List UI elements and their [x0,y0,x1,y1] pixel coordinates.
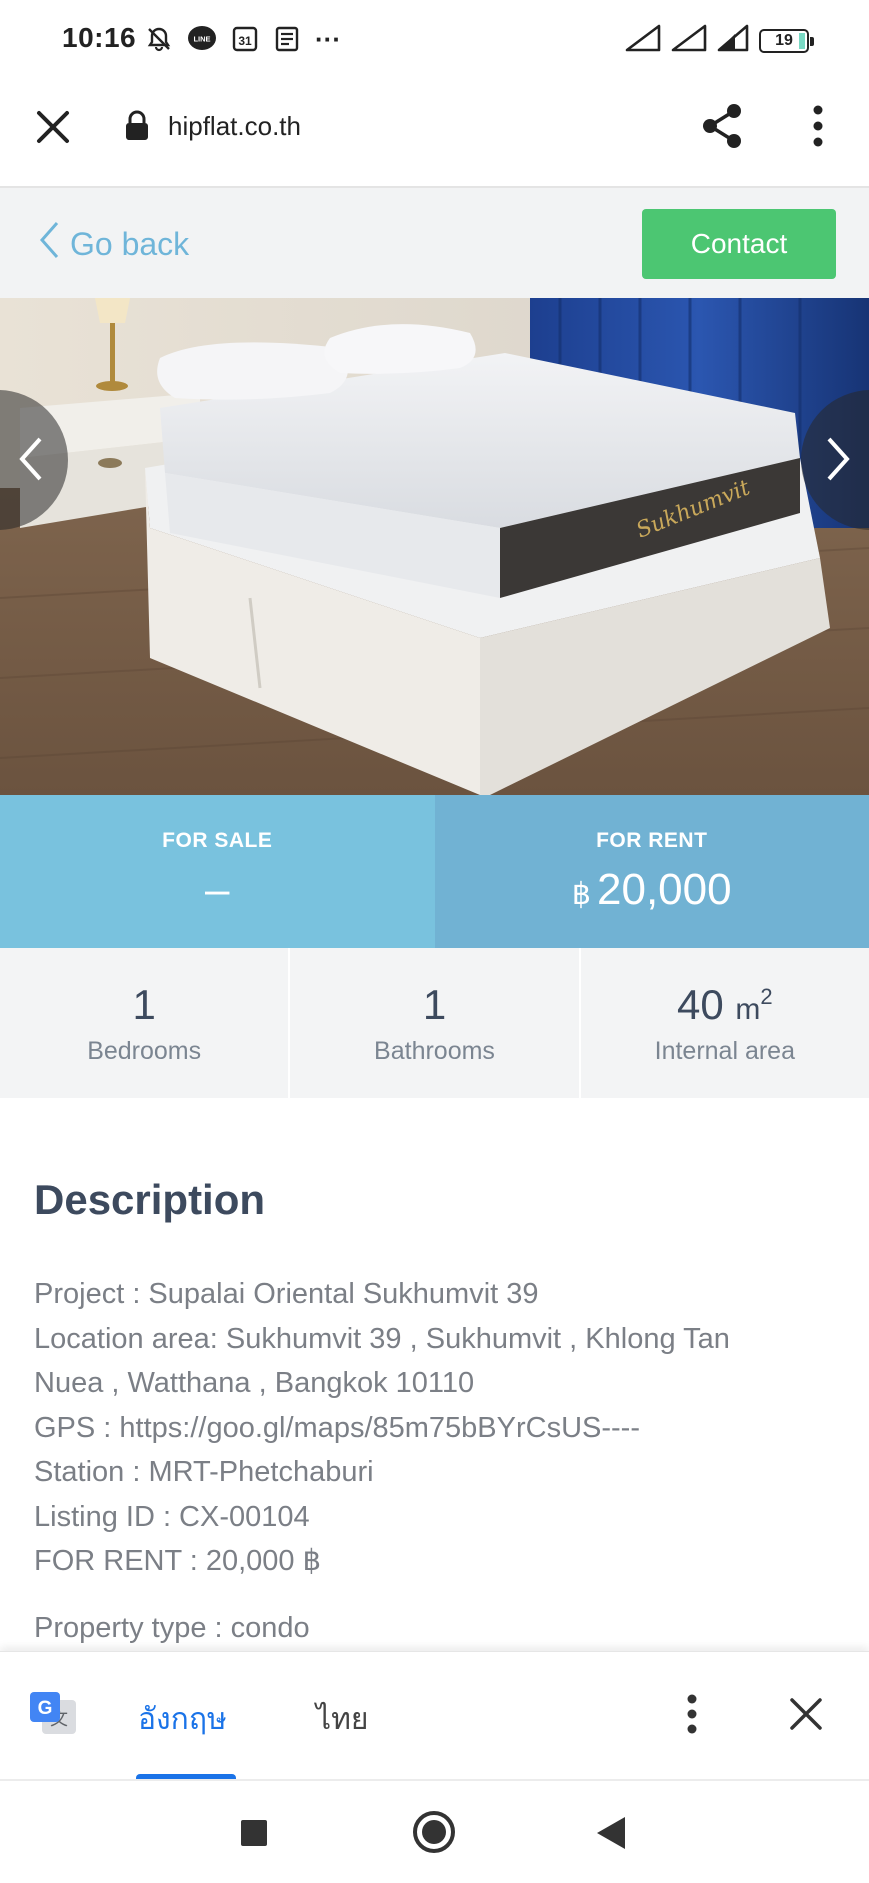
lock-icon [124,110,150,147]
notification-icons: LINE 31 ··· [145,22,341,56]
description-line: GPS : https://goo.gl/maps/85m75bBYrCsUS-… [34,1411,640,1444]
description-line: Nuea , Watthana , Bangkok 10110 [34,1367,475,1399]
description-title: Description [34,1176,266,1223]
price-panel: FOR SALE – FOR RENT ฿ 20,000 [0,795,869,948]
description-body: Project : Supalai Oriental Sukhumvit 39 … [34,1272,844,1650]
area-value-wrap: 40 m2 [677,981,773,1029]
sale-price: FOR SALE – [0,795,435,948]
browser-toolbar: hipflat.co.th [0,78,869,188]
currency-symbol: ฿ [571,877,591,911]
translate-bar: 文 G อังกฤษ ไทย [0,1651,869,1781]
bathrooms-value: 1 [422,980,447,1028]
system-status-icons: 19 [625,24,814,57]
line-app-icon: LINE [187,25,217,53]
battery-level: 19 [775,31,793,49]
description-line: Station : MRT-Phetchaburi [34,1456,374,1488]
chevron-left-icon [19,437,42,481]
contact-button[interactable]: Contact [642,209,836,279]
sale-value: – [205,864,230,914]
bathrooms-label: Bathrooms [374,1036,495,1065]
svg-text:G: G [38,1698,53,1719]
signal-icon [625,24,661,57]
battery-icon: 19 [759,28,814,53]
area-stat: 40 m2 Internal area [581,948,869,1098]
property-stats: 1 Bedrooms 1 Bathrooms 40 m2 Internal ar… [0,948,869,1098]
go-back-label: Go back [70,225,190,262]
rent-price: FOR RENT ฿ 20,000 [434,795,869,948]
description-line: Project : Supalai Oriental Sukhumvit 39 [34,1278,539,1310]
chevron-left-icon [38,220,60,268]
recents-icon[interactable] [241,1820,267,1846]
bathrooms-stat: 1 Bathrooms [290,948,581,1098]
rent-value: 20,000 [597,864,732,914]
wifi-signal-icon [717,24,749,57]
calendar-day: 31 [238,34,252,48]
description-line: Location area: Sukhumvit 39 , Sukhumvit … [34,1322,730,1355]
sale-label: FOR SALE [162,828,273,852]
translate-menu-icon[interactable] [684,1694,700,1739]
home-icon[interactable] [413,1811,455,1853]
lang-english-tab[interactable]: อังกฤษ [138,1696,227,1743]
area-label: Internal area [654,1036,795,1065]
close-icon[interactable] [34,108,72,146]
bedrooms-stat: 1 Bedrooms [0,948,291,1098]
bedrooms-label: Bedrooms [87,1036,202,1065]
description-line: FOR RENT : 20,000 ฿ [34,1545,322,1577]
line-badge-text: LINE [193,35,210,44]
bell-off-icon [145,25,173,53]
rent-value-wrap: ฿ 20,000 [572,865,732,915]
news-icon [273,25,301,53]
area-unit: m [735,992,761,1026]
go-back-link[interactable]: Go back [38,220,189,268]
chevron-right-icon [827,437,850,481]
android-navigation-bar [0,1779,869,1883]
browser-menu-icon[interactable] [810,104,826,153]
url-text[interactable]: hipflat.co.th [168,111,301,142]
share-icon[interactable] [700,102,744,155]
bedroom-photo-image: Sukhumvit [0,298,869,795]
page-header: Go back Contact [0,188,869,298]
calendar-icon: 31 [231,25,259,53]
more-notifications-icon: ··· [315,23,341,54]
listing-photo[interactable]: Sukhumvit [0,298,869,795]
property-type-line: Property type : condo [34,1611,310,1644]
area-value: 40 [677,980,724,1028]
signal-icon-2 [671,24,707,57]
status-time: 10:16 [62,22,137,53]
lang-thai-tab[interactable]: ไทย [316,1696,368,1743]
description-line: Listing ID : CX-00104 [34,1500,310,1533]
area-unit-sup: 2 [760,983,773,1009]
back-icon[interactable] [597,1817,625,1849]
bedrooms-value: 1 [132,980,156,1028]
rent-label: FOR RENT [596,828,708,852]
google-translate-icon: 文 G [28,1690,78,1745]
status-bar: 10:16 LINE 31 ··· 19 [0,0,869,78]
close-icon[interactable] [788,1696,824,1737]
